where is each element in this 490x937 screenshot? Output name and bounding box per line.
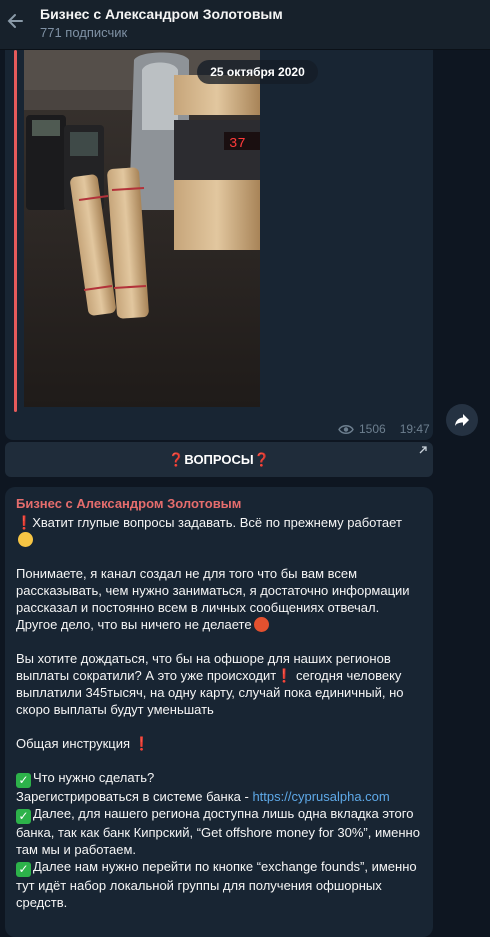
money-counter-photo: 37 [24, 50, 260, 407]
subscriber-count: 771 подписчик [40, 25, 128, 40]
channel-title[interactable]: Бизнес с Александром Золотовым [40, 6, 283, 22]
post-author[interactable]: Бизнес с Александром Золотовым [16, 496, 241, 511]
exclamation-icon: ❗ [16, 515, 33, 530]
step-1: ✓ Что нужно сделать? [16, 769, 422, 788]
check-icon: ✓ [16, 862, 31, 877]
angry-emoji-icon [253, 617, 269, 632]
check-icon: ✓ [16, 809, 31, 824]
check-icon: ✓ [16, 773, 31, 788]
view-count: 1506 [359, 422, 386, 436]
forward-arrow-icon [455, 414, 469, 426]
eye-icon [338, 424, 354, 434]
step-1-text: Зарегистрироваться в системе банка - htt… [16, 789, 390, 804]
step-2: ✓ Далее, для нашего региона доступна лишь… [16, 806, 420, 857]
post-body: ❗Хватит глупые вопросы задавать. Всё по … [16, 514, 422, 911]
quote-accent-bar [14, 50, 17, 412]
svg-text:37: 37 [229, 136, 246, 152]
question-mark-icon: ❓ [253, 451, 270, 467]
media-background [260, 50, 428, 407]
questions-button[interactable]: ❓ ВОПРОСЫ ❓ [5, 442, 433, 477]
post-paragraph-3: Вы хотите дождаться, что бы на офшоре дл… [16, 651, 404, 717]
chat-header: Бизнес с Александром Золотовым 771 подпи… [0, 0, 490, 50]
post-paragraph-2: Понимаете, я канал создал не для того чт… [16, 566, 410, 632]
post-line-1: ❗Хватит глупые вопросы задавать. Всё по … [16, 514, 422, 548]
wink-emoji-icon [18, 532, 33, 547]
bank-link[interactable]: https://cyprusalpha.com [252, 789, 389, 804]
exclamation-icon: ❗ [276, 668, 293, 683]
exclamation-icon: ❗ [133, 736, 150, 751]
share-button[interactable] [446, 404, 478, 436]
questions-button-label: ВОПРОСЫ [184, 452, 254, 467]
external-link-icon [419, 446, 427, 454]
message-meta: 1506 19:47 [338, 422, 430, 436]
step-3: ✓ Далее нам нужно перейти по кнопке “exch… [16, 859, 417, 910]
question-mark-icon: ❓ [168, 451, 185, 467]
message-time: 19:47 [399, 422, 430, 436]
back-arrow-icon[interactable] [6, 12, 24, 30]
date-chip: 25 октября 2020 [197, 60, 318, 84]
video-thumbnail[interactable]: 37 [24, 50, 260, 407]
post-paragraph-4: Общая инструкция ❗ [16, 736, 150, 751]
